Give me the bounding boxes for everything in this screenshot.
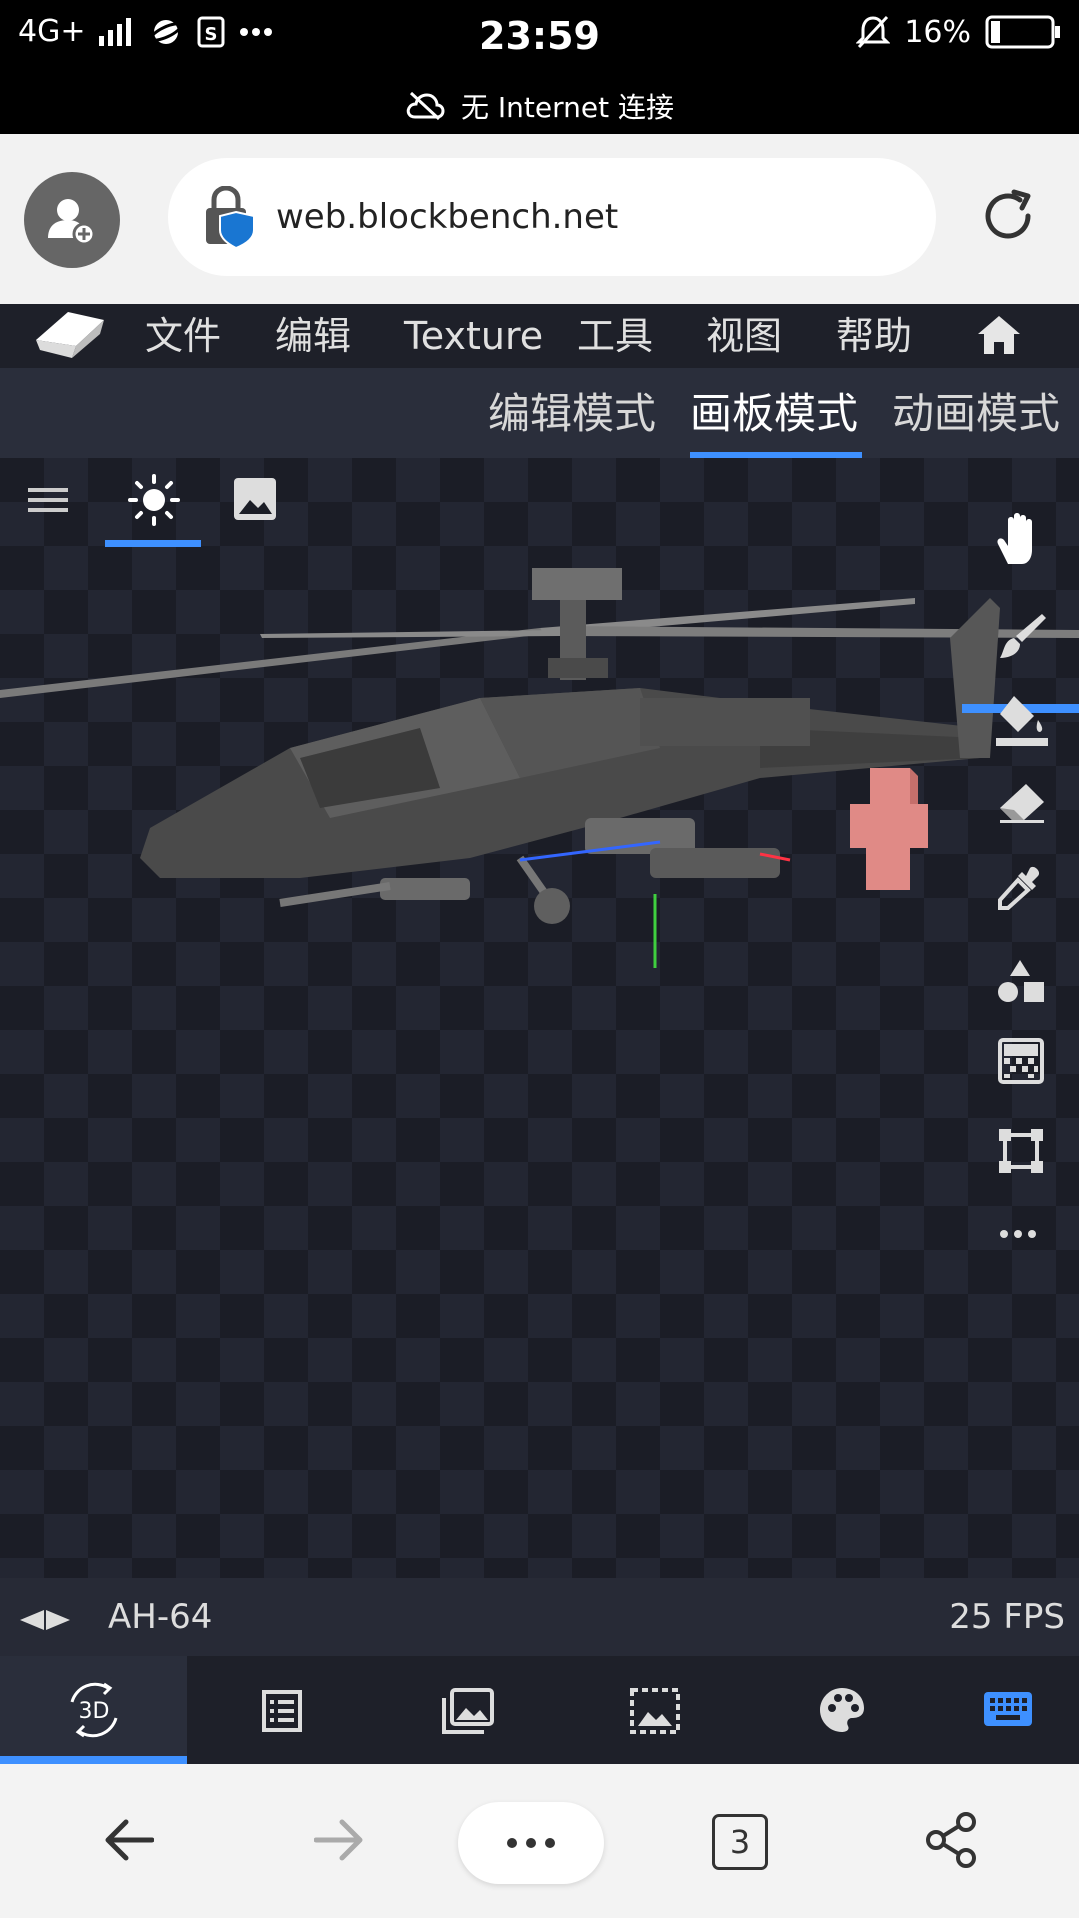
forward-arrow-icon[interactable] bbox=[314, 1818, 364, 1862]
add-user-icon[interactable] bbox=[24, 172, 120, 268]
bell-off-icon bbox=[856, 14, 891, 50]
browser-address-bar: web.blockbench.net bbox=[0, 134, 1079, 304]
selector-arrows-icon[interactable] bbox=[18, 1608, 72, 1632]
svg-text:3D: 3D bbox=[79, 1699, 110, 1724]
menu-texture[interactable]: Texture bbox=[404, 304, 543, 368]
selection-icon[interactable] bbox=[998, 1128, 1044, 1174]
palette-icon[interactable] bbox=[818, 1686, 866, 1734]
3d-viewport[interactable] bbox=[0, 458, 1079, 1578]
textures-icon[interactable] bbox=[442, 1688, 494, 1734]
menu-tools[interactable]: 工具 bbox=[577, 304, 653, 368]
more-icon bbox=[506, 1837, 556, 1849]
status-bar: 4G+ S 23:59 16% 无 Internet 连接 bbox=[0, 0, 1079, 134]
uv-icon[interactable] bbox=[630, 1688, 680, 1734]
battery-icon bbox=[985, 15, 1061, 49]
model-render bbox=[0, 568, 1079, 968]
cloud-off-icon bbox=[405, 91, 445, 121]
menu-help[interactable]: 帮助 bbox=[836, 304, 912, 368]
fill-bucket-icon[interactable] bbox=[994, 692, 1050, 748]
status-right: 16% bbox=[856, 14, 1061, 50]
back-arrow-icon[interactable] bbox=[104, 1818, 154, 1862]
mode-selector: 编辑模式 画板模式 动画模式 bbox=[0, 368, 1079, 459]
blockbench-logo-icon[interactable] bbox=[32, 306, 108, 366]
reload-icon[interactable] bbox=[978, 186, 1038, 246]
shapes-icon[interactable] bbox=[996, 958, 1046, 1004]
brush-icon[interactable] bbox=[996, 610, 1048, 662]
model-name: AH-64 bbox=[108, 1597, 213, 1637]
lock-shield-icon bbox=[202, 186, 258, 248]
share-icon[interactable] bbox=[924, 1812, 978, 1868]
viewport-status-line: AH-64 25 FPS bbox=[0, 1578, 1079, 1656]
eraser-icon[interactable] bbox=[996, 780, 1048, 824]
menu-view[interactable]: 视图 bbox=[706, 304, 782, 368]
color-picker-icon[interactable] bbox=[998, 864, 1044, 910]
browser-bottom-nav: 3 bbox=[0, 1764, 1079, 1918]
battery-text: 16% bbox=[904, 14, 971, 50]
no-internet-notice: 无 Internet 连接 bbox=[0, 86, 1079, 126]
tab-animate-mode[interactable]: 动画模式 bbox=[892, 380, 1060, 441]
tabs-icon[interactable]: 3 bbox=[712, 1814, 768, 1870]
more-icon[interactable] bbox=[998, 1228, 1038, 1240]
menu-file[interactable]: 文件 bbox=[145, 304, 221, 368]
panel-tabs: 3D bbox=[0, 1656, 1079, 1764]
url-input[interactable]: web.blockbench.net bbox=[168, 158, 936, 276]
browser-menu-button[interactable] bbox=[458, 1802, 604, 1884]
outliner-icon[interactable] bbox=[262, 1690, 302, 1732]
home-icon[interactable] bbox=[976, 314, 1022, 356]
tab-3d-view[interactable]: 3D bbox=[0, 1656, 187, 1764]
tab-paint-mode[interactable]: 画板模式 bbox=[690, 380, 858, 441]
menu-edit[interactable]: 编辑 bbox=[275, 304, 351, 368]
no-internet-text: 无 Internet 连接 bbox=[461, 91, 674, 124]
fps-counter: 25 FPS bbox=[949, 1597, 1065, 1637]
active-panel-indicator bbox=[0, 1756, 187, 1764]
app-menu-bar: 文件 编辑 Texture 工具 视图 帮助 bbox=[0, 304, 1079, 368]
tab-edit-mode[interactable]: 编辑模式 bbox=[488, 380, 656, 441]
gradient-icon[interactable] bbox=[998, 1038, 1044, 1084]
keyboard-icon[interactable] bbox=[984, 1690, 1032, 1728]
hand-icon[interactable] bbox=[994, 510, 1050, 568]
3d-view-icon: 3D bbox=[64, 1682, 124, 1738]
url-text: web.blockbench.net bbox=[276, 197, 619, 237]
